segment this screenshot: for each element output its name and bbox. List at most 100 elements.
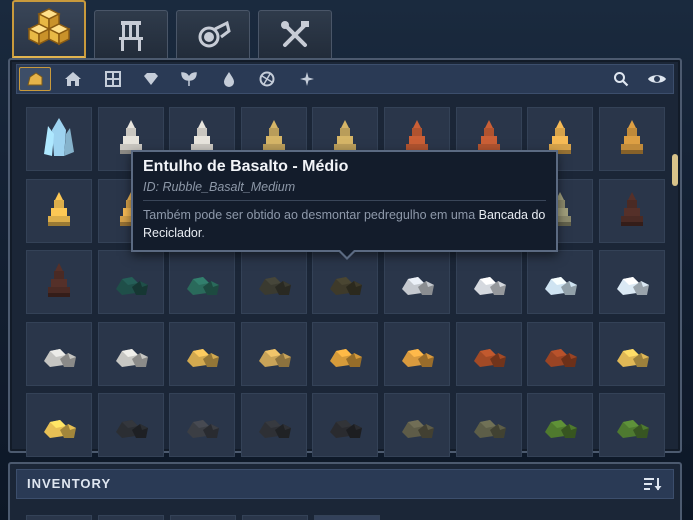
rubble-item-icon bbox=[44, 348, 76, 367]
inventory-slot[interactable] bbox=[26, 515, 92, 520]
tooltip-desc-suffix: . bbox=[201, 226, 205, 240]
filter-bar bbox=[16, 64, 674, 94]
rubble-item-icon bbox=[115, 277, 148, 295]
item-slot[interactable] bbox=[26, 321, 92, 386]
item-slot[interactable] bbox=[97, 321, 164, 386]
item-slot[interactable] bbox=[169, 393, 236, 457]
sort-button[interactable] bbox=[643, 476, 663, 496]
scrollbar-thumb[interactable] bbox=[672, 154, 678, 186]
item-slot[interactable] bbox=[26, 393, 92, 457]
rubble-item-icon bbox=[258, 277, 291, 295]
category-tabs bbox=[0, 0, 693, 60]
sparkle-icon bbox=[300, 72, 314, 86]
item-slot[interactable] bbox=[527, 393, 594, 457]
rubble-item-icon bbox=[187, 348, 220, 367]
inventory-slot[interactable] bbox=[170, 515, 236, 520]
tab-furniture[interactable] bbox=[94, 10, 168, 58]
item-slot[interactable] bbox=[527, 321, 594, 386]
house-icon bbox=[65, 72, 81, 86]
tooltip-item-id: ID: Rubble_Basalt_Medium bbox=[143, 180, 296, 194]
item-slot[interactable] bbox=[383, 321, 450, 386]
item-slot[interactable] bbox=[598, 107, 665, 171]
filter-globe[interactable] bbox=[251, 67, 283, 91]
filter-sparkle[interactable] bbox=[291, 67, 323, 91]
search-icon bbox=[614, 72, 629, 87]
item-slot[interactable] bbox=[26, 107, 92, 171]
inventory-slot[interactable] bbox=[242, 515, 308, 520]
tools-icon bbox=[281, 20, 309, 47]
filter-liquid[interactable] bbox=[213, 67, 245, 91]
inventory-slot[interactable] bbox=[314, 515, 380, 520]
ice-crystal-item-icon bbox=[44, 118, 74, 156]
rubble-item-icon bbox=[187, 420, 220, 438]
rubble-item-icon bbox=[616, 277, 649, 295]
item-tooltip: Entulho de Basalto - Médio ID: Rubble_Ba… bbox=[131, 150, 558, 260]
rubble-item-icon bbox=[258, 348, 291, 367]
eye-icon bbox=[648, 75, 666, 83]
inventory-header: INVENTORY bbox=[16, 469, 674, 499]
item-slot[interactable] bbox=[26, 250, 92, 314]
inventory-title: INVENTORY bbox=[27, 476, 112, 491]
item-slot[interactable] bbox=[240, 250, 307, 314]
item-slot[interactable] bbox=[598, 250, 665, 314]
rubble-item-icon bbox=[545, 277, 578, 295]
inventory-slot[interactable] bbox=[98, 515, 164, 520]
blocks-icon bbox=[27, 8, 71, 46]
item-slot[interactable] bbox=[97, 393, 164, 457]
rubble-item-icon bbox=[187, 277, 220, 295]
item-slot[interactable] bbox=[240, 321, 307, 386]
furniture-icon bbox=[119, 20, 143, 51]
filter-rock[interactable] bbox=[19, 67, 51, 91]
rubble-item-icon bbox=[44, 420, 76, 438]
item-slot[interactable] bbox=[97, 250, 164, 314]
rubble-item-icon bbox=[545, 348, 578, 367]
item-slot[interactable] bbox=[598, 393, 665, 457]
tooltip-divider bbox=[143, 200, 546, 201]
window-icon bbox=[105, 71, 121, 87]
search-button[interactable] bbox=[605, 67, 637, 91]
tab-potions[interactable] bbox=[176, 10, 250, 58]
rubble-item-icon bbox=[473, 277, 506, 295]
item-slot[interactable] bbox=[383, 250, 450, 314]
item-slot[interactable] bbox=[455, 321, 522, 386]
item-slot[interactable] bbox=[169, 250, 236, 314]
gem-icon bbox=[144, 73, 158, 85]
item-slot[interactable] bbox=[527, 250, 594, 314]
item-slot[interactable] bbox=[383, 393, 450, 457]
tab-tools[interactable] bbox=[258, 10, 332, 58]
rubble-item-icon bbox=[401, 277, 434, 295]
filter-gem[interactable] bbox=[135, 67, 167, 91]
item-slot[interactable] bbox=[455, 250, 522, 314]
filter-window[interactable] bbox=[97, 67, 129, 91]
rubble-item-icon bbox=[616, 420, 649, 438]
stalagmite-item-icon bbox=[620, 120, 643, 154]
item-slot[interactable] bbox=[312, 393, 379, 457]
tooltip-title: Entulho de Basalto - Médio bbox=[143, 158, 349, 175]
rubble-item-icon bbox=[330, 420, 363, 438]
drop-icon bbox=[224, 72, 234, 87]
rock-icon bbox=[27, 72, 43, 86]
rubble-item-icon bbox=[473, 348, 506, 367]
item-slot[interactable] bbox=[240, 393, 307, 457]
filter-house[interactable] bbox=[57, 67, 89, 91]
stalagmite-item-icon bbox=[620, 191, 643, 226]
potion-icon bbox=[198, 20, 231, 47]
rubble-item-icon bbox=[330, 277, 363, 295]
item-slot[interactable] bbox=[312, 321, 379, 386]
item-slot[interactable] bbox=[598, 321, 665, 386]
rubble-item-icon bbox=[115, 420, 148, 438]
item-slot[interactable] bbox=[26, 178, 92, 243]
tab-blocks[interactable] bbox=[12, 0, 86, 58]
item-slot[interactable] bbox=[455, 393, 522, 457]
stalagmite-item-icon bbox=[48, 263, 70, 297]
item-slot[interactable] bbox=[169, 321, 236, 386]
inventory-panel: INVENTORY bbox=[8, 462, 682, 520]
filter-plant[interactable] bbox=[173, 67, 205, 91]
item-slot[interactable] bbox=[598, 178, 665, 243]
visibility-toggle[interactable] bbox=[641, 67, 673, 91]
globe-icon bbox=[259, 71, 275, 87]
rubble-item-icon bbox=[616, 348, 649, 367]
stalagmite-item-icon bbox=[48, 191, 70, 226]
rubble-item-icon bbox=[473, 420, 506, 438]
tooltip-desc-text: Também pode ser obtido ao desmontar pedr… bbox=[143, 208, 479, 222]
